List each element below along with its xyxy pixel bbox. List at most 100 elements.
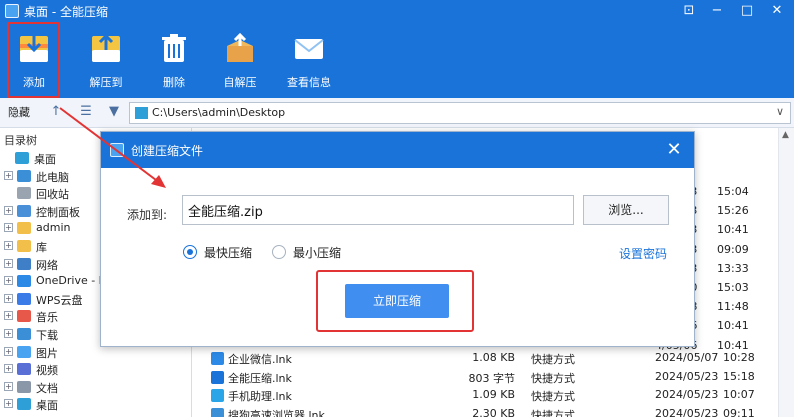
close-button[interactable]: ✕ [764,2,790,20]
toolbar-area: 桌面 - 全能压缩 ⊡ − □ ✕ 添加 解压到 删除 自解压 查看信息 [0,0,794,98]
expand-icon[interactable]: + [4,170,13,180]
tree-item-icon [17,328,31,340]
expand-icon[interactable]: + [4,311,13,321]
file-type: 快捷方式 [531,353,575,366]
expand-icon[interactable]: + [4,223,13,233]
tree-item-icon [17,204,31,217]
file-type: 快捷方式 [531,408,575,417]
tree-item-label: WPS云盘 [36,293,83,307]
table-row[interactable]: 全能压缩.lnk 803 字节 快捷方式 2024/05/23 15:18 [193,369,778,386]
file-icon [211,352,224,365]
file-name: 手机助理.lnk [228,390,292,403]
scroll-up-icon[interactable]: ▲ [782,130,789,140]
dialog-title: 创建压缩文件 [131,144,204,158]
expand-icon[interactable]: + [4,399,13,409]
row-time: 13:33 [717,261,749,275]
tree-item-label: 此电脑 [36,170,69,184]
extract-to-button[interactable]: 解压到 [75,22,137,94]
file-size: 1.09 KB [472,388,515,401]
self-extract-label: 自解压 [223,76,257,89]
tree-item-icon [17,345,31,358]
tree-item-icon [17,240,31,252]
tree-item-icon [17,398,31,411]
tree-item-label: 图片 [36,346,58,360]
tree-item-label: 库 [36,241,47,254]
up-arrow-icon[interactable]: ↑ [48,104,64,120]
browse-button[interactable]: 浏览... [583,195,669,225]
address-path: C:\Users\admin\Desktop [152,106,286,119]
tree-item-icon [17,257,31,270]
expand-icon[interactable]: + [4,381,13,391]
radio-selected-icon [183,245,197,259]
tree-item-label: 控制面板 [36,205,80,219]
set-password-link[interactable]: 设置密码 [619,245,667,262]
expand-icon[interactable]: + [4,346,13,356]
file-type: 快捷方式 [531,390,575,403]
tree-header: 目录树 [4,134,37,147]
compress-highlight-box [316,270,474,332]
fastest-compress-radio[interactable]: 最快压缩 [183,243,273,261]
list-view-icon[interactable]: ☰ [78,104,94,120]
row-time: 10:41 [717,223,749,237]
expand-icon[interactable]: + [4,258,13,268]
file-name: 企业微信.lnk [228,353,292,366]
file-name: 全能压缩.lnk [228,371,292,385]
delete-icon [162,34,186,62]
view-info-button[interactable]: 查看信息 [278,22,340,94]
view-info-label: 查看信息 [287,76,331,89]
file-icon [211,389,224,402]
tree-item-label: 下载 [36,329,58,342]
address-bar[interactable]: C:\Users\admin\Desktop ∨ [129,102,791,124]
hide-tree-button[interactable]: 隐藏 [8,104,30,120]
tree-item-icon [17,222,31,235]
archive-path-input[interactable] [182,195,574,225]
row-time: 10:41 [717,319,749,333]
expand-icon[interactable]: + [4,276,13,286]
row-time: 15:04 [717,185,749,198]
dialog-close-icon[interactable]: ✕ [662,138,686,162]
tree-item-label: OneDrive - P [36,274,106,288]
tree-item-icon [17,275,31,288]
expand-icon[interactable]: + [4,293,13,303]
minimize-button[interactable]: − [704,2,730,20]
file-size: 2.30 KB [472,406,515,417]
app-window: 桌面 - 全能压缩 ⊡ − □ ✕ 添加 解压到 删除 自解压 查看信息 隐藏 … [0,0,794,417]
skin-icon[interactable]: ⊡ [676,2,702,20]
extract-to-icon [92,33,120,62]
sfx-icon [227,32,253,62]
add-to-label: 添加到: [127,208,168,222]
row-time: 10:41 [717,338,749,352]
file-time: 10:07 [723,388,755,401]
tree-item-icon [15,152,29,164]
info-mail-icon [294,39,324,59]
self-extract-button[interactable]: 自解压 [209,22,271,94]
file-date: 2024/05/23 [655,406,719,417]
delete-button[interactable]: 删除 [143,22,205,94]
table-row[interactable]: 搜狗高速浏览器.lnk 2.30 KB 快捷方式 2024/05/23 09:11 [193,406,778,417]
row-time: 15:03 [717,281,749,294]
expand-icon[interactable]: + [4,205,13,215]
tree-item-label: 桌面 [36,399,58,413]
dialog-header: 创建压缩文件 ✕ [101,132,694,168]
app-logo-icon [5,4,19,18]
folder-icon [135,107,148,119]
table-row[interactable]: 手机助理.lnk 1.09 KB 快捷方式 2024/05/23 10:07 [193,387,778,404]
file-type: 快捷方式 [531,371,575,385]
window-title: 桌面 - 全能压缩 [24,5,108,19]
radio-unselected-icon [272,245,286,259]
expand-icon[interactable]: + [4,241,13,250]
file-date: 2024/05/23 [655,369,719,383]
expand-icon[interactable]: + [4,364,13,374]
extract-to-label: 解压到 [89,76,123,89]
tree-item-icon [17,363,31,376]
vertical-scrollbar[interactable]: ▲ [778,128,794,417]
maximize-button[interactable]: □ [734,2,760,20]
tree-item-label: 视频 [36,364,58,378]
file-date: 2024/05/23 [655,388,719,401]
row-time: 11:48 [717,300,749,314]
chevron-down-icon[interactable]: ▼ [106,104,122,120]
expand-icon[interactable]: + [4,329,13,338]
smallest-compress-radio[interactable]: 最小压缩 [272,243,362,261]
address-dropdown-icon[interactable]: ∨ [776,105,784,118]
file-icon [211,370,224,384]
